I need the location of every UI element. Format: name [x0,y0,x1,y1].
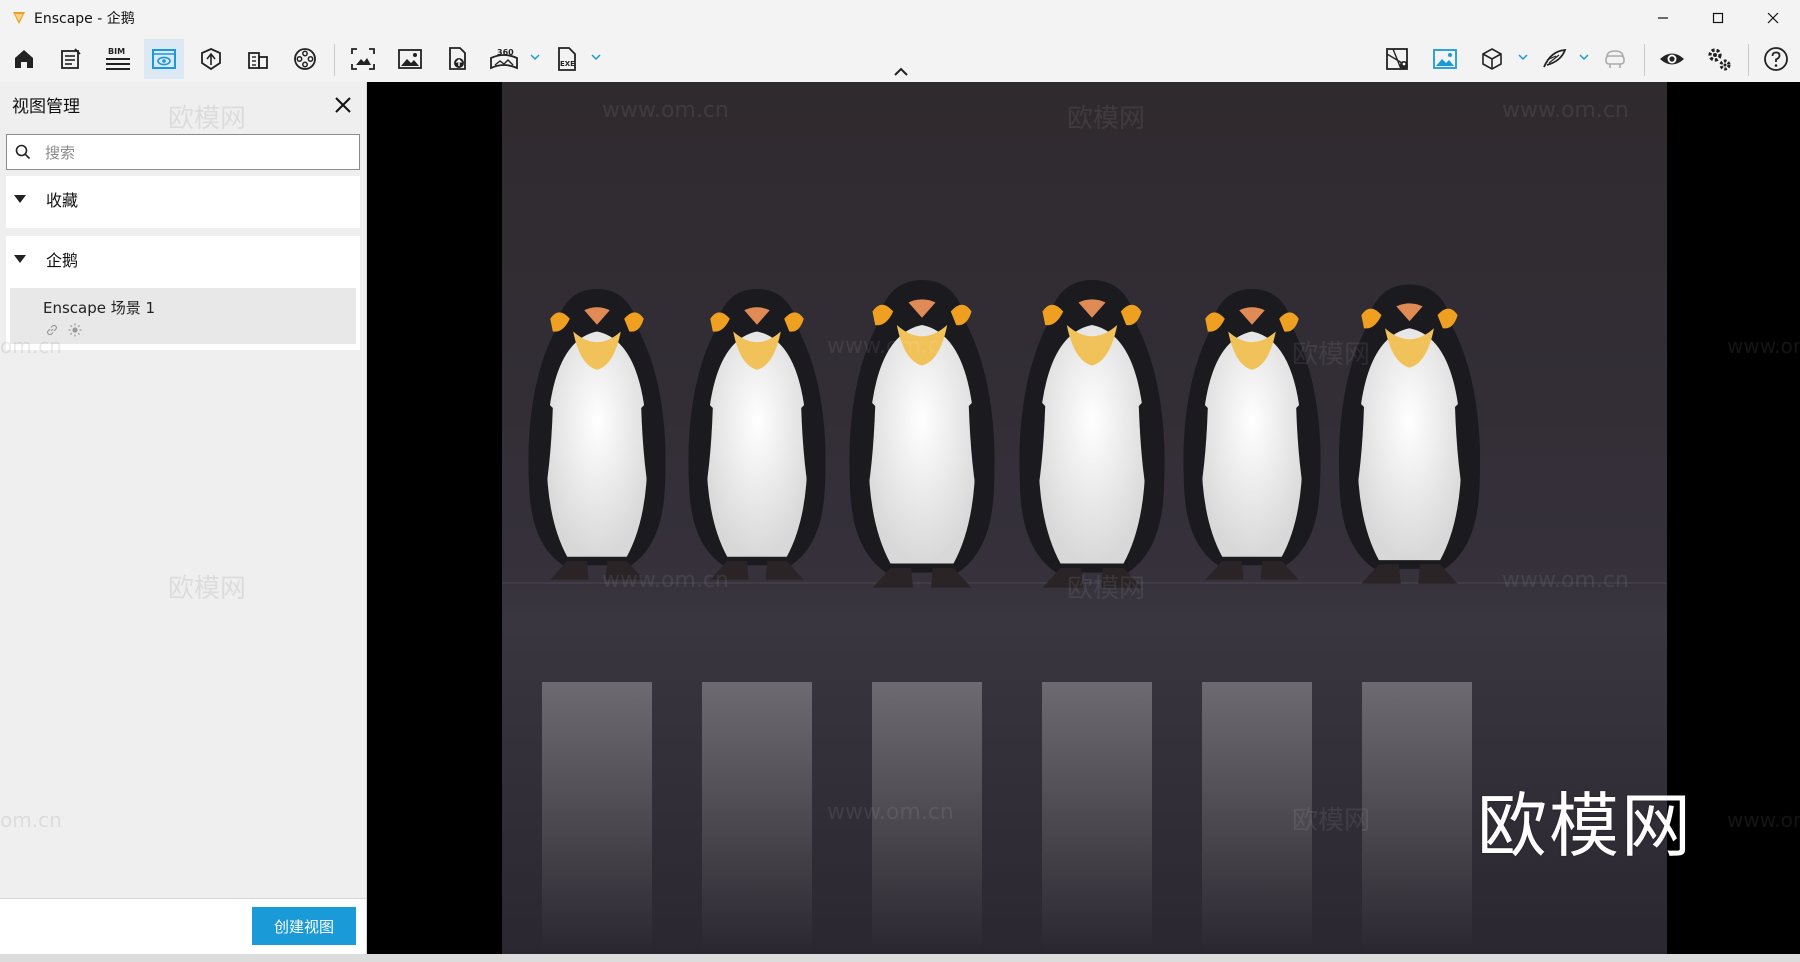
caret-down-icon [14,195,26,203]
exe-dropdown-chevron-icon[interactable] [589,50,603,64]
map-icon[interactable] [1378,39,1418,79]
eye-icon[interactable] [1652,39,1692,79]
screenshot-icon[interactable] [343,39,383,79]
create-view-button[interactable]: 创建视图 [252,907,356,945]
window-controls [1635,0,1800,36]
toolbar-divider [334,44,335,76]
penguin-6 [1338,284,1481,584]
svg-text:BIM: BIM [108,47,125,56]
cube-icon[interactable] [1472,39,1512,79]
watermark-text: 欧模网 [1067,574,1146,604]
notes-icon[interactable] [51,39,91,79]
close-panel-button[interactable] [330,92,356,118]
watermark-text: 欧模网 [1067,104,1146,134]
search-input[interactable] [43,135,357,171]
feather-dropdown-chevron-icon[interactable] [1577,50,1591,64]
watermark-text: www.om.cn [1727,334,1800,358]
brand-watermark-overlay: 欧模网 [1477,785,1693,867]
watermark-text: www.om.cn [827,800,954,825]
watermark-text: om.cn [0,808,62,832]
bottom-border [0,954,1800,962]
vr-headset-icon[interactable] [1595,39,1635,79]
panel-footer: 创建视图 [0,898,366,955]
window-title: Enscape - 企鹅 [34,11,135,27]
feather-icon[interactable] [1534,39,1574,79]
image-settings-icon[interactable] [1425,39,1465,79]
upload-icon[interactable] [437,39,477,79]
favorites-section-header[interactable]: 收藏 [6,176,360,222]
sun-icon [68,322,82,337]
penguin-4 [1019,280,1165,588]
toolbar-divider [1644,44,1645,76]
panel-title: 视图管理 [12,97,80,117]
watermark-text: www.om.cn [1502,568,1629,593]
building-icon[interactable] [238,39,278,79]
exe-export-icon[interactable]: EXE [547,39,587,79]
view-name: Enscape 场景 1 [43,299,156,317]
toolbar-divider [1748,44,1749,76]
penguin-1 [528,289,666,580]
help-icon[interactable] [1756,39,1796,79]
svg-text:EXE: EXE [560,60,575,68]
penguin-2 [688,289,826,580]
watermark-text: www.om.cn [602,98,729,123]
image-icon[interactable] [390,39,430,79]
section-label: 收藏 [46,191,79,210]
watermark-text: om.cn [0,334,62,358]
cube-dropdown-chevron-icon[interactable] [1516,50,1530,64]
search-icon [15,144,33,162]
close-window-button[interactable] [1745,0,1800,36]
section-label: 企鹅 [46,251,79,270]
panorama-360-icon[interactable]: 360 [484,39,524,79]
favorites-section: 收藏 [6,176,360,228]
search-box [6,134,360,171]
collapse-toolbar-chevron-icon[interactable] [892,64,910,78]
settings-icon[interactable] [1699,39,1739,79]
watermark-text: www.om.cn [827,334,954,359]
view-manager-icon[interactable] [144,39,184,79]
maximize-button[interactable] [1690,0,1745,36]
film-icon[interactable] [285,39,325,79]
penguin-3 [849,280,995,588]
view-management-panel: 视图管理 收藏 企鹅 Enscape 场景 1 欧模网 欧模网 [0,82,367,955]
penguin-5 [1183,289,1321,580]
watermark-text: www.om.cn [1502,98,1629,123]
panorama-dropdown-chevron-icon[interactable] [528,50,542,64]
material-icon[interactable] [191,39,231,79]
view-list-item[interactable]: Enscape 场景 1 [10,288,356,344]
penguin-section: 企鹅 Enscape 场景 1 [6,236,360,350]
title-bar: Enscape - 企鹅 [0,0,1800,36]
watermark-text: www.om.cn [602,568,729,593]
watermark-text: 欧模网 [1292,340,1371,370]
minimize-button[interactable] [1635,0,1690,36]
bim-icon[interactable]: BIM [98,39,138,79]
home-icon[interactable] [4,39,44,79]
caret-down-icon [14,255,26,263]
watermark-text: www.om.cn [1727,808,1800,832]
enscape-logo-icon [10,9,28,27]
watermark-text: 欧模网 [168,104,247,134]
watermark-text: 欧模网 [1292,806,1371,836]
penguin-section-header[interactable]: 企鹅 [6,236,360,282]
watermark-text: 欧模网 [168,574,247,604]
